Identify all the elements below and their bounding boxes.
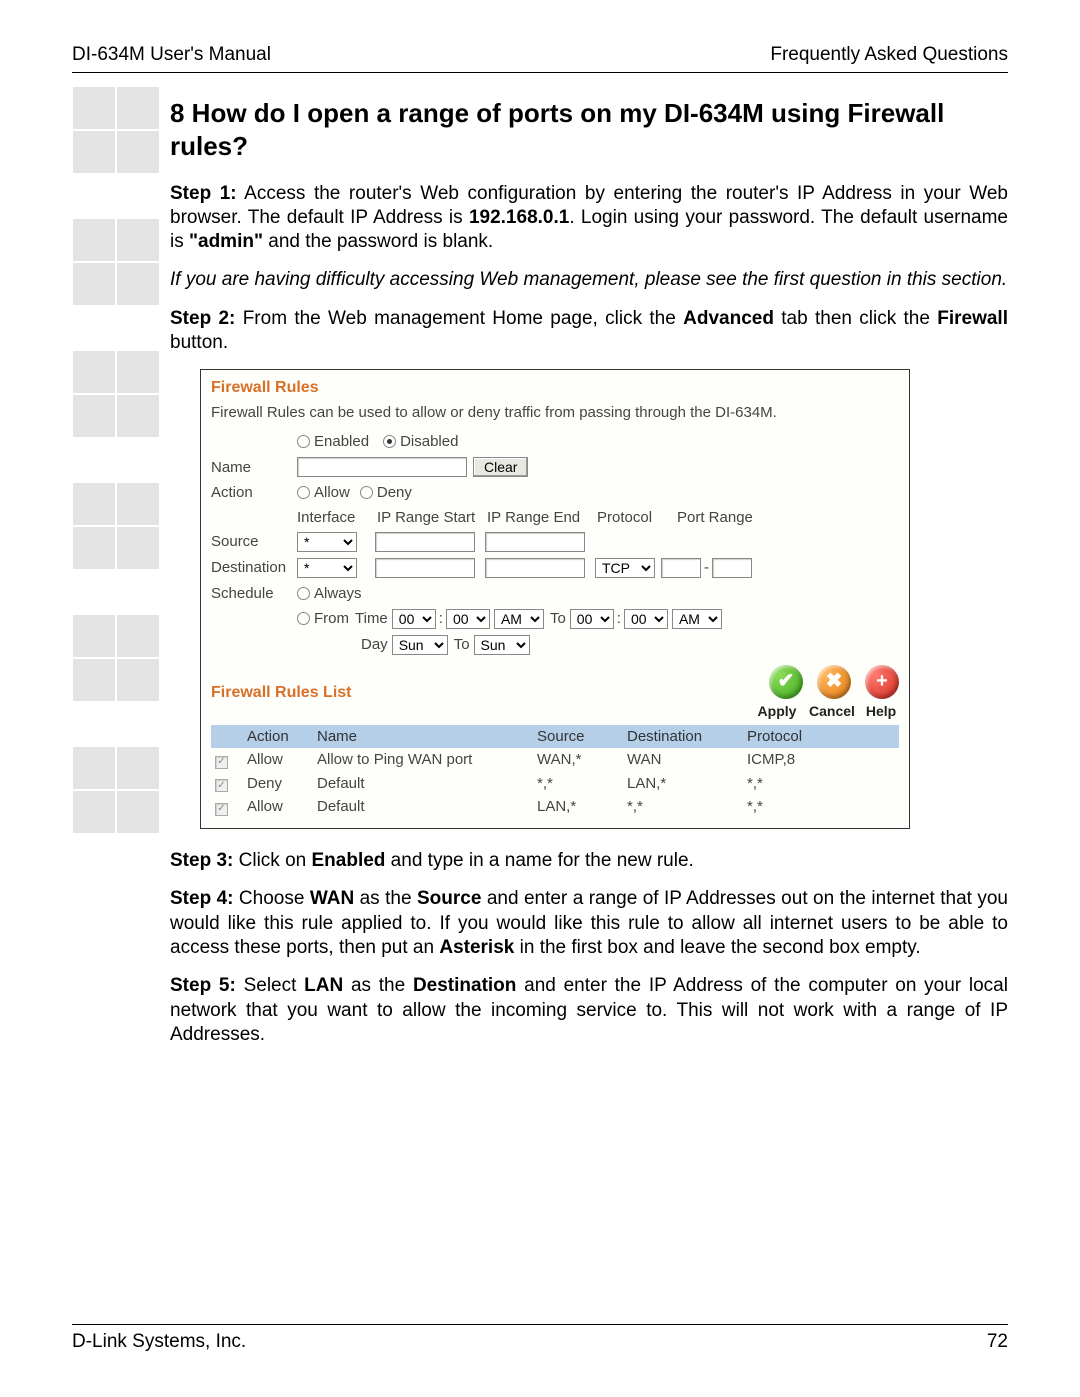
help-label: Help [863,703,899,721]
page-title: 8 How do I open a range of ports on my D… [170,97,1008,164]
footer-right: 72 [987,1331,1008,1353]
to-min-select[interactable]: 00 [624,609,668,629]
name-input[interactable] [297,457,467,477]
enabled-radio[interactable] [297,435,310,448]
header-right: Frequently Asked Questions [770,44,1008,66]
step5-paragraph: Step 5: Select LAN as the Destination an… [170,974,1008,1047]
page-header: DI-634M User's Manual Frequently Asked Q… [72,44,1008,73]
table-row: ✓AllowAllow to Ping WAN portWAN,*WANICMP… [211,748,899,771]
help-icon[interactable]: + [865,665,899,699]
from-hour-select[interactable]: 00 [392,609,436,629]
always-label: Always [314,584,362,603]
firewall-rules-title: Firewall Rules [211,378,899,398]
row-checkbox[interactable]: ✓ [215,779,228,792]
allow-radio[interactable] [297,486,310,499]
disabled-label: Disabled [400,432,458,451]
step5-label: Step 5: [170,975,236,996]
clear-button[interactable]: Clear [473,457,528,477]
port-start-input[interactable] [661,558,701,578]
day-to-select[interactable]: Sun [474,635,530,655]
deny-label: Deny [377,483,412,502]
to-ampm-select[interactable]: AM [672,609,722,629]
page-footer: D-Link Systems, Inc. 72 [72,1324,1008,1353]
table-row: ✓DenyDefault*,*LAN,**,* [211,772,899,795]
step1-paragraph: Step 1: Access the router's Web configur… [170,182,1008,255]
time-label: Time [355,609,388,628]
source-ipend-input[interactable] [485,532,585,552]
from-label: From [314,609,349,628]
disabled-radio[interactable] [383,435,396,448]
step3-paragraph: Step 3: Click on Enabled and type in a n… [170,849,1008,873]
row-checkbox[interactable]: ✓ [215,803,228,816]
source-label: Source [211,532,297,551]
protocol-select[interactable]: TCP [595,558,655,578]
day-from-select[interactable]: Sun [392,635,448,655]
list-header-row: Action Name Source Destination Protocol [211,725,899,748]
always-radio[interactable] [297,587,310,600]
port-end-input[interactable] [712,558,752,578]
step2-paragraph: Step 2: From the Web management Home pag… [170,307,1008,356]
step4-label: Step 4: [170,888,234,909]
source-ipstart-input[interactable] [375,532,475,552]
day-label: Day [361,635,388,654]
cancel-label: Cancel [807,703,857,721]
header-left: DI-634M User's Manual [72,44,271,66]
dest-ipend-input[interactable] [485,558,585,578]
step3-label: Step 3: [170,850,233,871]
from-ampm-select[interactable]: AM [494,609,544,629]
source-interface-select[interactable]: * [297,532,357,552]
apply-label: Apply [753,703,801,721]
enabled-label: Enabled [314,432,369,451]
destination-label: Destination [211,558,297,577]
column-headers: Interface IP Range Start IP Range End Pr… [297,508,899,527]
allow-label: Allow [314,483,350,502]
action-label: Action [211,483,297,502]
firewall-screenshot: Firewall Rules Firewall Rules can be use… [200,369,910,829]
deny-radio[interactable] [360,486,373,499]
step2-label: Step 2: [170,308,235,329]
to-hour-select[interactable]: 00 [570,609,614,629]
step1-label: Step 1: [170,183,237,204]
name-label: Name [211,458,297,477]
table-row: ✓AllowDefaultLAN,**,**,* [211,795,899,818]
row-checkbox[interactable]: ✓ [215,756,228,769]
from-radio[interactable] [297,612,310,625]
footer-left: D-Link Systems, Inc. [72,1331,246,1353]
port-dash: - [701,558,712,577]
cancel-icon[interactable]: ✖ [817,665,851,699]
dest-interface-select[interactable]: * [297,558,357,578]
note-paragraph: If you are having difficulty accessing W… [170,268,1008,292]
schedule-label: Schedule [211,584,297,603]
step4-paragraph: Step 4: Choose WAN as the Source and ent… [170,887,1008,960]
dest-ipstart-input[interactable] [375,558,475,578]
firewall-rules-desc: Firewall Rules can be used to allow or d… [211,403,899,422]
apply-icon[interactable]: ✔ [769,665,803,699]
to-label-2: To [454,635,470,654]
to-label-1: To [550,609,566,628]
from-min-select[interactable]: 00 [446,609,490,629]
